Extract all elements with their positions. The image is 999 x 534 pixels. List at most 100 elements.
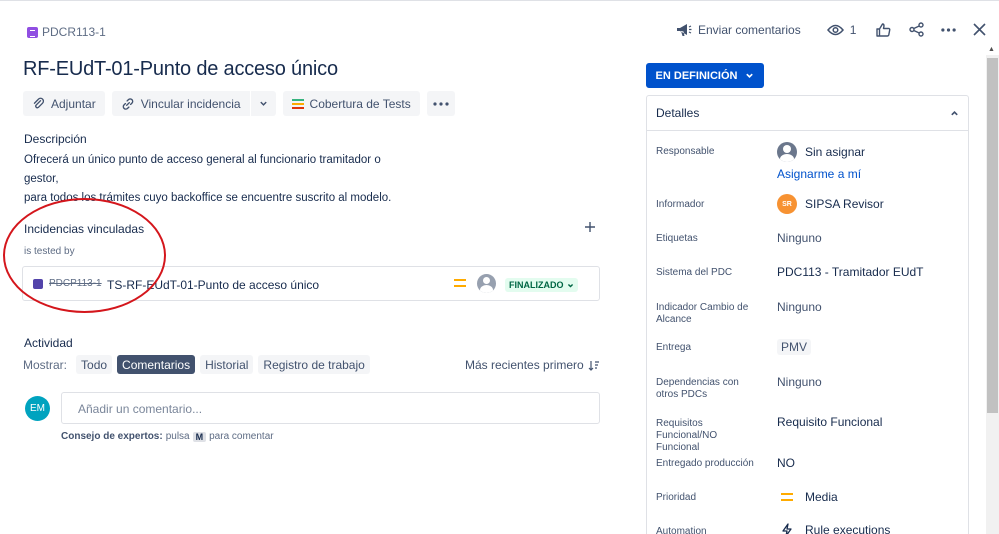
- chevron-down-icon: [746, 73, 754, 78]
- more-actions-button[interactable]: [426, 91, 455, 116]
- watchers-count: 1: [849, 22, 857, 37]
- sort-label: Más recientes primero: [465, 358, 584, 372]
- test-coverage-icon: [291, 98, 304, 109]
- eye-icon: [826, 24, 844, 35]
- delivered-label: Entregado producción: [656, 458, 754, 469]
- more-horizontal-icon: [433, 101, 449, 106]
- priority-medium-icon: [781, 493, 793, 501]
- delivery-field[interactable]: PMV: [777, 339, 812, 355]
- labels-value[interactable]: Ninguno: [777, 231, 822, 245]
- sort-icon: [588, 360, 599, 371]
- feedback-label: Enviar comentarios: [698, 22, 801, 37]
- paperclip-icon: [32, 97, 45, 110]
- priority-label: Prioridad: [656, 492, 697, 503]
- status-transition-button[interactable]: EN DEFINICIÓN: [646, 63, 764, 88]
- issue-key-breadcrumb[interactable]: PDCR113-1: [27, 25, 106, 39]
- send-feedback-button[interactable]: Enviar comentarios: [676, 23, 801, 37]
- test-coverage-label: Cobertura de Tests: [309, 96, 411, 111]
- tip-press: pulsa: [165, 431, 190, 442]
- thumbs-up-icon: [876, 22, 891, 37]
- link-icon: [121, 97, 135, 111]
- automation-field[interactable]: Rule executions: [777, 523, 890, 534]
- scrollbar-thumb[interactable]: [987, 58, 998, 413]
- sort-order-button[interactable]: Más recientes primero: [465, 358, 600, 372]
- issue-title[interactable]: RF-EUdT-01-Punto de acceso único: [23, 58, 338, 81]
- issue-toolbar: Adjuntar Vincular incidencia Cobertura d…: [23, 91, 455, 116]
- link-issue-button[interactable]: Vincular incidencia: [111, 91, 250, 116]
- red-annotation-circle: [3, 198, 166, 313]
- pdc-system-value[interactable]: PDC113 - Tramitador EUdT: [777, 265, 924, 279]
- dependencies-value[interactable]: Ninguno: [777, 375, 822, 389]
- reporter-avatar: SR: [777, 194, 797, 214]
- filter-history[interactable]: Historial: [200, 355, 254, 374]
- lightning-icon: [782, 523, 792, 534]
- share-button[interactable]: [909, 22, 925, 37]
- activity-heading: Actividad: [24, 336, 73, 350]
- priority-value: Media: [805, 490, 838, 504]
- plus-icon: [585, 222, 595, 232]
- watch-button[interactable]: 1: [826, 22, 857, 37]
- current-user-avatar: EM: [25, 396, 50, 421]
- assignee-label: Responsable: [656, 146, 715, 157]
- chevron-down-icon: [259, 99, 268, 108]
- like-button[interactable]: [876, 22, 891, 37]
- show-label: Mostrar:: [23, 357, 68, 372]
- scope-change-value[interactable]: Ninguno: [777, 300, 822, 314]
- delivery-value: PMV: [777, 339, 812, 355]
- priority-field[interactable]: Media: [777, 490, 838, 504]
- linked-status-label: FINALIZADO: [509, 280, 564, 290]
- requirements-label: Requisitos Funcional/NO Funcional: [656, 418, 718, 453]
- filter-all[interactable]: Todo: [76, 355, 113, 374]
- assignee-value: Sin asignar: [805, 145, 866, 159]
- delivery-label: Entrega: [656, 342, 692, 353]
- details-heading: Detalles: [656, 106, 700, 120]
- assign-to-me-link[interactable]: Asignarme a mí: [777, 167, 861, 181]
- automation-value: Rule executions: [805, 523, 891, 534]
- more-horizontal-icon: [941, 27, 957, 32]
- priority-medium-icon: [454, 279, 466, 287]
- unassigned-avatar: [477, 274, 496, 293]
- reporter-value: SIPSA Revisor: [805, 197, 884, 211]
- issue-key[interactable]: PDCR113-1: [42, 25, 106, 39]
- description-heading: Descripción: [24, 132, 87, 146]
- filter-worklog[interactable]: Registro de trabajo: [258, 355, 370, 374]
- issue-type-icon: [27, 26, 38, 38]
- linked-issue-status[interactable]: FINALIZADO: [505, 278, 578, 292]
- automation-label: Automation: [656, 526, 707, 534]
- unassigned-avatar: [777, 142, 797, 162]
- close-icon: [973, 23, 986, 36]
- link-issue-label: Vincular incidencia: [140, 96, 241, 111]
- labels-label: Etiquetas: [656, 233, 698, 244]
- add-linked-issue-button[interactable]: [584, 220, 596, 238]
- top-divider: [0, 0, 999, 1]
- details-header[interactable]: Detalles: [647, 96, 968, 131]
- close-button[interactable]: [973, 23, 986, 36]
- comment-tip: Consejo de expertos: pulsa M para coment…: [61, 431, 274, 442]
- scroll-up-arrow[interactable]: ▲: [988, 46, 995, 53]
- delivered-value[interactable]: NO: [777, 456, 795, 470]
- tip-key: M: [192, 431, 207, 442]
- tip-rest: para comentar: [209, 431, 274, 442]
- reporter-field[interactable]: SR SIPSA Revisor: [777, 194, 884, 214]
- top-actions: Enviar comentarios 1: [676, 22, 986, 37]
- add-comment-input[interactable]: Añadir un comentario...: [61, 392, 600, 424]
- share-icon: [909, 22, 925, 37]
- filter-comments[interactable]: Comentarios: [117, 355, 196, 374]
- link-issue-dropdown[interactable]: [250, 91, 276, 116]
- reporter-label: Informador: [656, 199, 705, 210]
- test-coverage-button[interactable]: Cobertura de Tests: [282, 91, 420, 116]
- scope-change-label: Indicador Cambio de Alcance: [656, 302, 749, 325]
- description-line: Ofrecerá un único punto de acceso genera…: [24, 154, 381, 185]
- megaphone-icon: [677, 23, 692, 36]
- more-options-button[interactable]: [941, 27, 957, 32]
- assignee-field[interactable]: Sin asignar: [777, 142, 865, 162]
- pdc-system-label: Sistema del PDC: [656, 267, 733, 278]
- chevron-down-icon: [567, 283, 573, 288]
- attach-button[interactable]: Adjuntar: [23, 91, 105, 116]
- requirements-value[interactable]: Requisito Funcional: [777, 415, 882, 429]
- chevron-up-icon: [951, 110, 958, 115]
- attach-label: Adjuntar: [51, 96, 96, 111]
- dependencies-label: Dependencias con otros PDCs: [656, 377, 739, 400]
- tip-bold: Consejo de expertos:: [61, 431, 163, 442]
- activity-filter-bar: Mostrar: Todo Comentarios Historial Regi…: [23, 355, 370, 374]
